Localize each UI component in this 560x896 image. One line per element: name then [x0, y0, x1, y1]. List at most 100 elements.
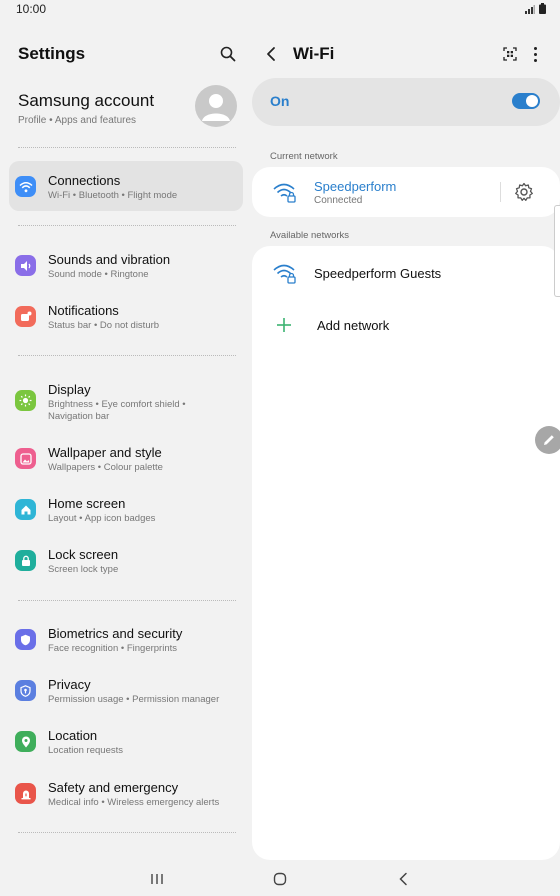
sidebar-item-sounds[interactable]: Sounds and vibration Sound mode • Ringto…: [9, 240, 243, 290]
item-subtitle: Location requests: [48, 745, 123, 756]
qr-code-icon: [503, 47, 517, 61]
recent-apps-button[interactable]: [142, 866, 172, 892]
signal-icon: [525, 5, 535, 14]
divider: [18, 832, 236, 833]
network-name: Speedperform Guests: [314, 266, 442, 281]
chevron-left-icon: [267, 47, 275, 61]
search-icon: [220, 46, 236, 62]
item-subtitle: Face recognition • Fingerprints: [48, 643, 177, 654]
home-button[interactable]: [265, 866, 295, 892]
wifi-secured-icon: [273, 183, 296, 203]
lock-icon: [15, 550, 36, 571]
status-time: 10:00: [16, 2, 47, 16]
search-button[interactable]: [216, 42, 240, 66]
item-title: Notifications: [48, 303, 119, 318]
edge-panel-handle[interactable]: [554, 205, 560, 297]
avatar[interactable]: [195, 85, 237, 127]
sidebar-item-wallpaper[interactable]: Wallpaper and style Wallpapers • Colour …: [9, 433, 243, 483]
item-subtitle: Layout • App icon badges: [48, 513, 156, 524]
more-options-button[interactable]: [528, 42, 542, 66]
wifi-icon: [15, 176, 36, 197]
item-subtitle: Wallpapers • Colour palette: [48, 462, 163, 473]
home-circle-icon: [273, 872, 287, 886]
location-icon: [15, 731, 36, 752]
pencil-icon: [544, 435, 554, 445]
wifi-toggle-switch[interactable]: [512, 93, 540, 109]
network-settings-button[interactable]: [514, 182, 534, 202]
item-subtitle: Brightness • Eye comfort shield • Naviga…: [48, 399, 186, 423]
current-network-name: Speedperform: [314, 179, 397, 194]
wifi-master-toggle-bar[interactable]: On: [252, 78, 560, 126]
wifi-toggle-label: On: [270, 93, 290, 109]
page-title: Wi-Fi: [293, 44, 335, 63]
speaker-icon: [15, 255, 36, 276]
status-bar: 10:00: [0, 0, 560, 18]
emergency-icon: [15, 783, 36, 804]
item-title: Connections: [48, 173, 121, 188]
nav-back-button[interactable]: [388, 866, 418, 892]
sidebar-item-safety[interactable]: Safety and emergency Medical info • Wire…: [9, 768, 243, 818]
back-button[interactable]: [266, 42, 286, 66]
current-network-label: Current network: [270, 151, 338, 162]
toggle-knob: [526, 95, 538, 107]
item-title: Lock screen: [48, 547, 119, 562]
item-subtitle-line-1: Brightness • Eye comfort shield •: [48, 399, 186, 410]
image-icon: [15, 448, 36, 469]
more-options-dot: [533, 46, 537, 50]
sidebar-item-home-screen[interactable]: Home screen Layout • App icon badges: [9, 484, 243, 534]
samsung-account-item[interactable]: Samsung account Profile • Apps and featu…: [0, 83, 252, 135]
item-subtitle: Wi-Fi • Bluetooth • Flight mode: [48, 190, 178, 201]
shield-icon: [15, 629, 36, 650]
item-title: Safety and emergency: [48, 780, 179, 795]
item-subtitle: Permission usage • Permission manager: [48, 694, 220, 705]
item-subtitle: Medical info • Wireless emergency alerts: [48, 797, 220, 808]
settings-pane: Settings Samsung account Profile • Apps …: [0, 28, 252, 858]
recents-icon: [151, 874, 163, 884]
back-icon: [399, 872, 407, 886]
network-row[interactable]: Speedperform Guests: [252, 248, 560, 298]
available-networks-card: Speedperform Guests Add network: [252, 246, 560, 860]
account-title: Samsung account: [18, 91, 155, 110]
divider: [18, 355, 236, 356]
notification-icon: [15, 306, 36, 327]
sidebar-item-lock-screen[interactable]: Lock screen Screen lock type: [9, 535, 243, 585]
settings-title: Settings: [18, 44, 86, 63]
account-subtitle: Profile • Apps and features: [18, 115, 137, 126]
item-title: Home screen: [48, 496, 126, 511]
item-title: Wallpaper and style: [48, 445, 162, 460]
item-subtitle: Status bar • Do not disturb: [48, 320, 160, 331]
current-network-status: Connected: [314, 195, 363, 206]
plus-icon: [277, 318, 291, 332]
more-options-dot: [533, 58, 537, 62]
item-title: Location: [48, 728, 98, 743]
sidebar-item-privacy[interactable]: Privacy Permission usage • Permission ma…: [9, 665, 243, 715]
person-icon: [202, 94, 230, 121]
item-title: Sounds and vibration: [48, 252, 171, 267]
divider: [18, 147, 236, 148]
sidebar-item-location[interactable]: Location Location requests: [9, 716, 243, 766]
privacy-icon: [15, 680, 36, 701]
item-subtitle: Screen lock type: [48, 564, 119, 575]
home-icon: [15, 499, 36, 520]
add-network-label: Add network: [317, 318, 390, 333]
sidebar-item-display[interactable]: Display Brightness • Eye comfort shield …: [9, 370, 243, 430]
item-subtitle-line-2: Navigation bar: [48, 411, 110, 422]
qr-scan-button[interactable]: [500, 44, 520, 64]
sidebar-item-biometrics[interactable]: Biometrics and security Face recognition…: [9, 614, 243, 664]
sun-icon: [15, 390, 36, 411]
divider: [18, 225, 236, 226]
current-network-card: Speedperform Connected: [252, 167, 560, 217]
sidebar-item-notifications[interactable]: Notifications Status bar • Do not distur…: [9, 291, 243, 341]
status-icons: [525, 3, 546, 14]
separator: [500, 182, 501, 202]
item-subtitle: Sound mode • Ringtone: [48, 269, 149, 280]
item-title: Biometrics and security: [48, 626, 183, 641]
available-networks-label: Available networks: [270, 230, 350, 241]
gear-icon: [515, 182, 533, 201]
sidebar-item-connections[interactable]: Connections Wi-Fi • Bluetooth • Flight m…: [9, 161, 243, 211]
wifi-pane: Wi-Fi On Current network Speedperform Co…: [252, 28, 560, 860]
edit-button[interactable]: [535, 426, 560, 454]
divider: [18, 600, 236, 601]
add-network-button[interactable]: Add network: [252, 300, 560, 350]
item-title: Privacy: [48, 677, 91, 692]
